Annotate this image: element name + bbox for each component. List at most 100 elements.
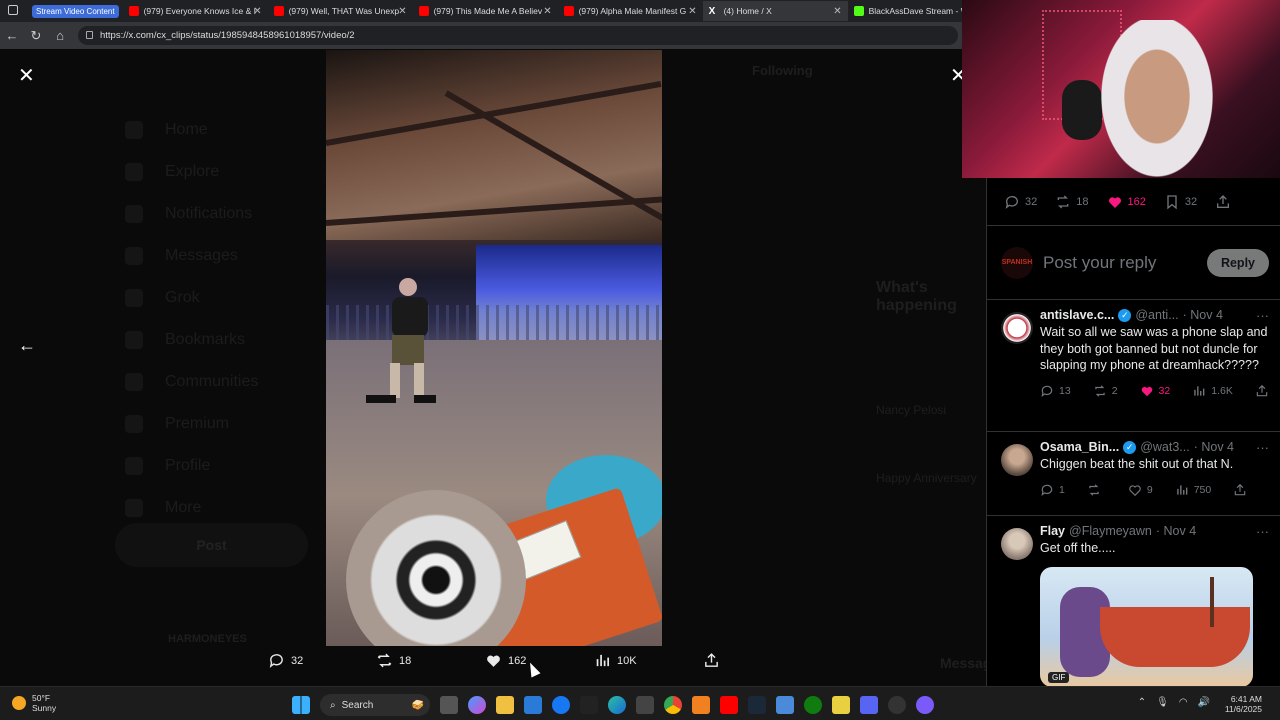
like-action[interactable]: 162	[485, 652, 526, 669]
tweet-date[interactable]: · Nov 4	[1194, 440, 1234, 454]
author-name[interactable]: Flay	[1040, 524, 1065, 538]
tweet-gif[interactable]: GIF	[1040, 566, 1253, 686]
reply-tweet[interactable]: Osama_Bin... ✓ @wat3... · Nov 4 ··· Chig…	[987, 432, 1280, 516]
notes-icon[interactable]	[832, 696, 850, 714]
microphone-icon[interactable]: 🎙	[1156, 697, 1169, 708]
reply-button[interactable]: Reply	[1206, 248, 1269, 277]
reply-stat[interactable]: 32	[1004, 194, 1037, 210]
youtube-icon[interactable]	[720, 696, 738, 714]
task-view-icon[interactable]	[440, 696, 458, 714]
avatar[interactable]	[1001, 444, 1033, 476]
share-action[interactable]	[1233, 483, 1247, 497]
close-icon[interactable]: ✕	[18, 63, 35, 88]
close-tab-icon[interactable]: ✕	[253, 6, 261, 17]
edge-icon[interactable]	[608, 696, 626, 714]
repost-action[interactable]: 18	[376, 652, 411, 669]
avatar[interactable]	[1001, 312, 1033, 344]
home-icon[interactable]: ⌂	[48, 28, 72, 43]
reply-action[interactable]: 13	[1040, 384, 1071, 398]
xbox-icon[interactable]	[804, 696, 822, 714]
chrome-icon[interactable]	[664, 696, 682, 714]
repost-count: 2	[1111, 384, 1118, 397]
repost-action[interactable]	[1087, 483, 1106, 497]
more-options-icon[interactable]: ···	[1256, 440, 1269, 455]
share-stat[interactable]	[1215, 194, 1231, 210]
amazon-icon[interactable]	[580, 696, 598, 714]
tweet-date[interactable]: · Nov 4	[1156, 524, 1196, 538]
youtube-icon	[273, 6, 284, 16]
like-action[interactable]: 9	[1128, 483, 1153, 497]
bookmark-icon	[125, 331, 143, 349]
video-frame[interactable]	[326, 50, 662, 646]
more-options-icon[interactable]: ···	[1256, 308, 1269, 323]
share-action[interactable]	[1255, 384, 1269, 398]
ghost-label: Bookmarks	[165, 331, 246, 348]
more-options-icon[interactable]: ···	[1256, 524, 1269, 539]
vlc-icon[interactable]	[692, 696, 710, 714]
views-action[interactable]: 10K	[594, 652, 637, 669]
taskbar-search[interactable]: ⌕ Search 🥪	[320, 694, 430, 716]
views-action[interactable]: 750	[1175, 483, 1211, 497]
video-people	[366, 278, 436, 403]
windows-start-icon[interactable]	[292, 696, 310, 714]
reply-tweet[interactable]: Flay @Flaymeyawn · Nov 4 ··· Get off the…	[987, 516, 1280, 686]
author-handle[interactable]: @anti...	[1135, 308, 1178, 322]
ghost-user-name: HARMONEYES	[168, 633, 247, 645]
steam-icon[interactable]	[748, 696, 766, 714]
reply-tweet[interactable]: antislave.c... ✓ @anti... · Nov 4 ··· Wa…	[987, 300, 1280, 432]
browser-tab[interactable]: (979) This Made Me A Believ ✕	[413, 1, 558, 21]
lock-icon	[86, 31, 93, 39]
weather-condition: Sunny	[32, 703, 57, 713]
app-icon[interactable]	[776, 696, 794, 714]
browser-tab[interactable]: (979) Alpha Male Manifest G ✕	[558, 1, 703, 21]
like-action[interactable]: 32	[1140, 384, 1170, 398]
reply-action[interactable]: 32	[268, 652, 303, 669]
repost-action[interactable]: 2	[1093, 384, 1118, 398]
copilot-icon[interactable]	[468, 696, 486, 714]
views-action[interactable]: 1.6K	[1192, 384, 1233, 398]
author-handle[interactable]: @wat3...	[1140, 440, 1190, 454]
volume-icon[interactable]: 🔊	[1198, 697, 1210, 708]
back-icon[interactable]: ←	[0, 28, 24, 43]
author-handle[interactable]: @Flaymeyawn	[1069, 524, 1152, 538]
weather-widget[interactable]: 50°F Sunny	[12, 693, 56, 713]
store-icon[interactable]	[524, 696, 542, 714]
close-tab-icon[interactable]: ✕	[398, 6, 406, 17]
tweet-date[interactable]: · Nov 4	[1183, 308, 1223, 322]
close-tab-icon[interactable]: ✕	[833, 6, 841, 17]
repost-count: 18	[1076, 195, 1089, 208]
close-tab-icon[interactable]: ✕	[543, 6, 551, 17]
tweet-text: Get off the.....	[1040, 541, 1116, 555]
browser-tab[interactable]: (979) Well, THAT Was Unexp ✕	[268, 1, 413, 21]
like-count: 9	[1146, 483, 1153, 496]
file-explorer-icon[interactable]	[496, 696, 514, 714]
obs-icon[interactable]	[888, 696, 906, 714]
taskbar-clock[interactable]: 6:41 AM 11/6/2025	[1225, 694, 1262, 714]
avatar[interactable]	[1001, 528, 1033, 560]
reload-icon[interactable]: ↻	[24, 28, 48, 44]
bell-icon	[125, 205, 143, 223]
author-name[interactable]: antislave.c...	[1040, 308, 1114, 322]
wifi-icon[interactable]: ◠	[1179, 697, 1188, 708]
previous-arrow-icon[interactable]: ←	[18, 335, 36, 356]
browser-tab-active[interactable]: X (4) Home / X ✕	[702, 1, 848, 21]
window-menu-icon[interactable]	[8, 5, 18, 15]
tab-group-label[interactable]: Stream Video Content	[32, 4, 119, 18]
share-action[interactable]	[703, 652, 720, 669]
app-icon[interactable]	[916, 696, 934, 714]
chevron-up-icon[interactable]: ⌃	[1138, 697, 1146, 708]
reply-action[interactable]: 1	[1040, 483, 1065, 497]
repost-stat[interactable]: 18	[1055, 194, 1089, 210]
tab-title: BlackAssDave Stream - Wa	[868, 6, 974, 16]
url-field[interactable]: https://x.com/cx_clips/status/1985948458…	[78, 26, 958, 45]
author-name[interactable]: Osama_Bin...	[1040, 440, 1119, 454]
calculator-icon[interactable]	[636, 696, 654, 714]
close-tab-icon[interactable]: ✕	[688, 6, 696, 17]
discord-icon[interactable]	[860, 696, 878, 714]
bookmark-stat[interactable]: 32	[1164, 194, 1197, 210]
gif-mast	[1210, 576, 1214, 627]
reply-input[interactable]: Post your reply	[1043, 253, 1207, 273]
facebook-icon[interactable]	[552, 696, 570, 714]
like-stat[interactable]: 162	[1107, 194, 1146, 210]
browser-tab[interactable]: (979) Everyone Knows Ice & I ✕	[123, 1, 268, 21]
